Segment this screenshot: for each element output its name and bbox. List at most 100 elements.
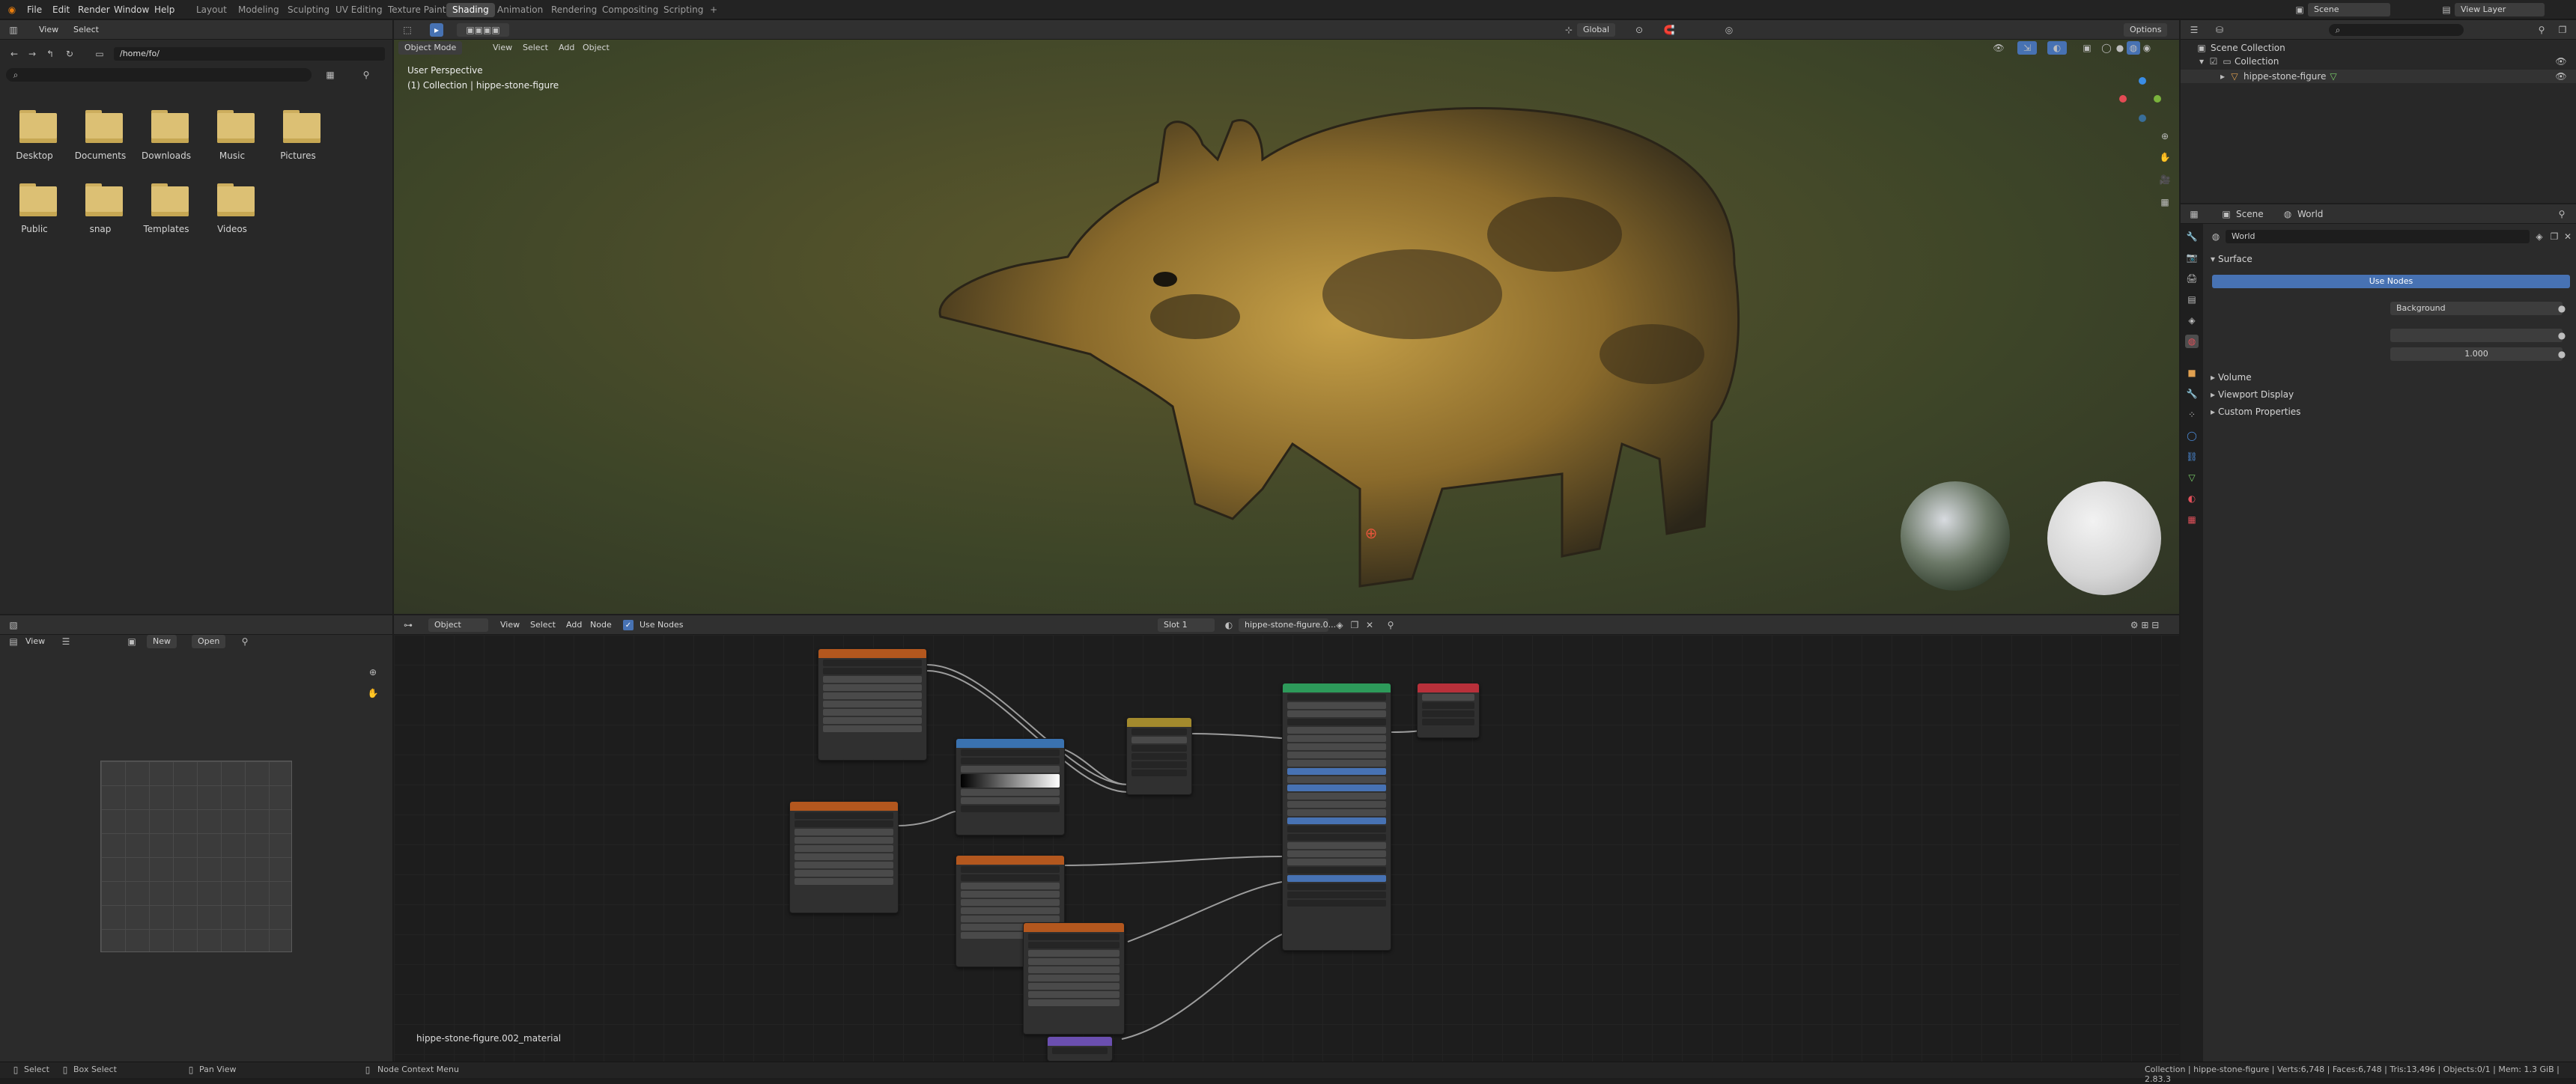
surface-shader-selector[interactable]: Background xyxy=(2390,302,2563,315)
tab-shading[interactable]: Shading xyxy=(446,3,495,17)
snap-icon[interactable]: 🧲 xyxy=(1659,23,1679,37)
image-texture-node[interactable] xyxy=(818,648,927,761)
node-menu-select[interactable]: Select xyxy=(524,618,562,632)
menu-help[interactable]: Help xyxy=(150,3,179,16)
material-preview-icon[interactable]: ◍ xyxy=(2127,41,2140,55)
xray-toggle-icon[interactable]: ▣ xyxy=(2080,41,2094,55)
folder-documents[interactable]: Documents xyxy=(67,110,133,164)
editor-type-icon[interactable]: ⬚ xyxy=(398,23,416,37)
folder-videos[interactable]: Videos xyxy=(199,183,265,237)
add-workspace-button[interactable]: + xyxy=(704,3,723,17)
folder-snap[interactable]: snap xyxy=(67,183,133,237)
menu-icon[interactable]: ☰ xyxy=(58,635,73,648)
folder-public[interactable]: Public xyxy=(1,183,67,237)
perspective-toggle-icon[interactable]: ▦ xyxy=(2157,194,2173,210)
pin-icon[interactable]: ⚲ xyxy=(238,635,252,648)
unlink-material-icon[interactable]: ✕ xyxy=(1363,618,1376,632)
display-mode-icon[interactable]: ⛁ xyxy=(2211,23,2229,37)
color-ramp-node[interactable] xyxy=(956,738,1065,835)
forward-icon[interactable]: → xyxy=(25,47,39,61)
search-input[interactable] xyxy=(6,68,312,82)
zoom-icon[interactable]: ⊕ xyxy=(365,665,380,680)
image-editor-menu-view[interactable]: View xyxy=(19,635,51,648)
modifier-tab-icon[interactable]: 🔧 xyxy=(2185,387,2199,401)
open-image-button[interactable]: Open xyxy=(192,635,226,648)
editor-type-icon[interactable]: ▦ xyxy=(2185,207,2203,221)
tab-sculpting[interactable]: Sculpting xyxy=(282,3,335,17)
refresh-icon[interactable]: ↻ xyxy=(63,47,76,61)
gizmo-z-axis[interactable] xyxy=(2139,77,2146,85)
fake-user-icon[interactable]: ◈ xyxy=(2533,230,2546,243)
back-icon[interactable]: ← xyxy=(7,47,21,61)
scene-tab-icon[interactable]: ◈ xyxy=(2185,314,2199,327)
normal-map-node[interactable] xyxy=(1047,1036,1113,1062)
color-field[interactable] xyxy=(2390,329,2563,342)
proportional-edit-icon[interactable]: ◎ xyxy=(1719,23,1739,37)
file-browser-menu-view[interactable]: View xyxy=(33,23,64,37)
collection-label[interactable]: Collection xyxy=(2235,56,2279,67)
pan-hand-icon[interactable]: ✋ xyxy=(2157,149,2173,165)
view-layer-selector[interactable]: View Layer xyxy=(2455,3,2545,16)
world-tab-icon[interactable]: ◍ xyxy=(2185,335,2199,348)
rhino-model[interactable] xyxy=(843,70,2071,609)
node-editor[interactable]: hippe-stone-figure.002_material xyxy=(394,635,2179,1062)
shader-type-selector[interactable]: Object xyxy=(428,618,488,632)
viewport-display-section-header[interactable]: Viewport Display xyxy=(2218,389,2294,400)
tab-modeling[interactable]: Modeling xyxy=(232,3,285,17)
menu-window[interactable]: Window xyxy=(109,3,154,16)
link-icon[interactable]: ● xyxy=(2555,302,2569,315)
volume-section-header[interactable]: Volume xyxy=(2218,372,2252,383)
expand-arrow-icon[interactable]: ▾ xyxy=(2196,55,2208,67)
texture-tab-icon[interactable]: ▦ xyxy=(2185,513,2199,526)
pivot-point-icon[interactable]: ⊙ xyxy=(1629,23,1649,37)
pin-icon[interactable]: ⚲ xyxy=(2555,207,2569,221)
object-data-tab-icon[interactable]: ▽ xyxy=(2185,471,2199,484)
pin-icon[interactable]: ⚲ xyxy=(1384,618,1397,632)
filter-icon[interactable]: ⚲ xyxy=(355,68,377,82)
file-browser-menu-select[interactable]: Select xyxy=(67,23,105,37)
pan-hand-icon[interactable]: ✋ xyxy=(365,686,380,701)
fake-user-icon[interactable]: ◈ xyxy=(1333,618,1346,632)
visibility-eye-icon[interactable]: 👁 xyxy=(2555,55,2567,67)
outliner-row-selected[interactable]: ▸ ▽ hippe-stone-figure ▽ 👁 xyxy=(2181,70,2576,83)
filter-icon[interactable]: ⚲ xyxy=(2533,23,2551,37)
image-texture-node[interactable] xyxy=(789,801,899,913)
expand-arrow-icon[interactable]: ▸ xyxy=(2217,70,2229,82)
object-tab-icon[interactable]: ■ xyxy=(2185,366,2199,380)
menu-render[interactable]: Render xyxy=(73,3,115,16)
options-dropdown[interactable]: Options xyxy=(2124,23,2168,37)
folder-pictures[interactable]: Pictures xyxy=(265,110,331,164)
solid-shading-icon[interactable]: ● xyxy=(2113,41,2127,55)
tool-tab-icon[interactable]: 🔧 xyxy=(2185,230,2199,243)
tab-scripting[interactable]: Scripting xyxy=(657,3,709,17)
constraints-tab-icon[interactable]: ⛓ xyxy=(2185,450,2199,463)
node-menu-node[interactable]: Node xyxy=(584,618,618,632)
select-tool-icon[interactable]: ▸ xyxy=(430,23,443,37)
duplicate-icon[interactable]: ❐ xyxy=(2548,230,2561,243)
menu-edit[interactable]: Edit xyxy=(48,3,74,16)
render-tab-icon[interactable]: 📷 xyxy=(2185,251,2199,264)
link-icon[interactable]: ● xyxy=(2555,347,2569,361)
node-options-icons[interactable]: ⚙ ⊞ ⊟ xyxy=(2116,618,2173,632)
folder-desktop[interactable]: Desktop xyxy=(1,110,67,164)
folder-music[interactable]: Music xyxy=(199,110,265,164)
gizmo-toggle-icon[interactable]: ⇲ xyxy=(2017,41,2037,55)
image-browse-icon[interactable]: ▣ xyxy=(123,635,141,648)
parent-directory-icon[interactable]: ↰ xyxy=(43,47,57,61)
visibility-icon[interactable]: 👁 xyxy=(1989,41,2008,55)
wireframe-shading-icon[interactable]: ◯ xyxy=(2100,41,2113,55)
new-folder-icon[interactable]: ▭ xyxy=(93,47,106,61)
use-nodes-checkbox[interactable]: ✓ xyxy=(623,620,634,630)
object-mode-selector[interactable]: Object Mode xyxy=(398,41,463,55)
transform-orientation-selector[interactable]: Global xyxy=(1577,23,1616,37)
tab-layout[interactable]: Layout xyxy=(190,3,233,17)
color-ramp-gradient[interactable] xyxy=(961,774,1060,788)
tab-texture-paint[interactable]: Texture Paint xyxy=(382,3,452,17)
navigation-gizmo[interactable] xyxy=(2113,73,2167,127)
node-menu-view[interactable]: View xyxy=(494,618,526,632)
expand-arrow-icon[interactable]: ▸ xyxy=(2208,405,2218,418)
strength-field[interactable]: 1.000 xyxy=(2390,347,2563,361)
editor-type-icon[interactable]: ▥ xyxy=(4,23,22,37)
expand-arrow-icon[interactable]: ▸ xyxy=(2208,388,2218,401)
material-tab-icon[interactable]: ◐ xyxy=(2185,492,2199,505)
